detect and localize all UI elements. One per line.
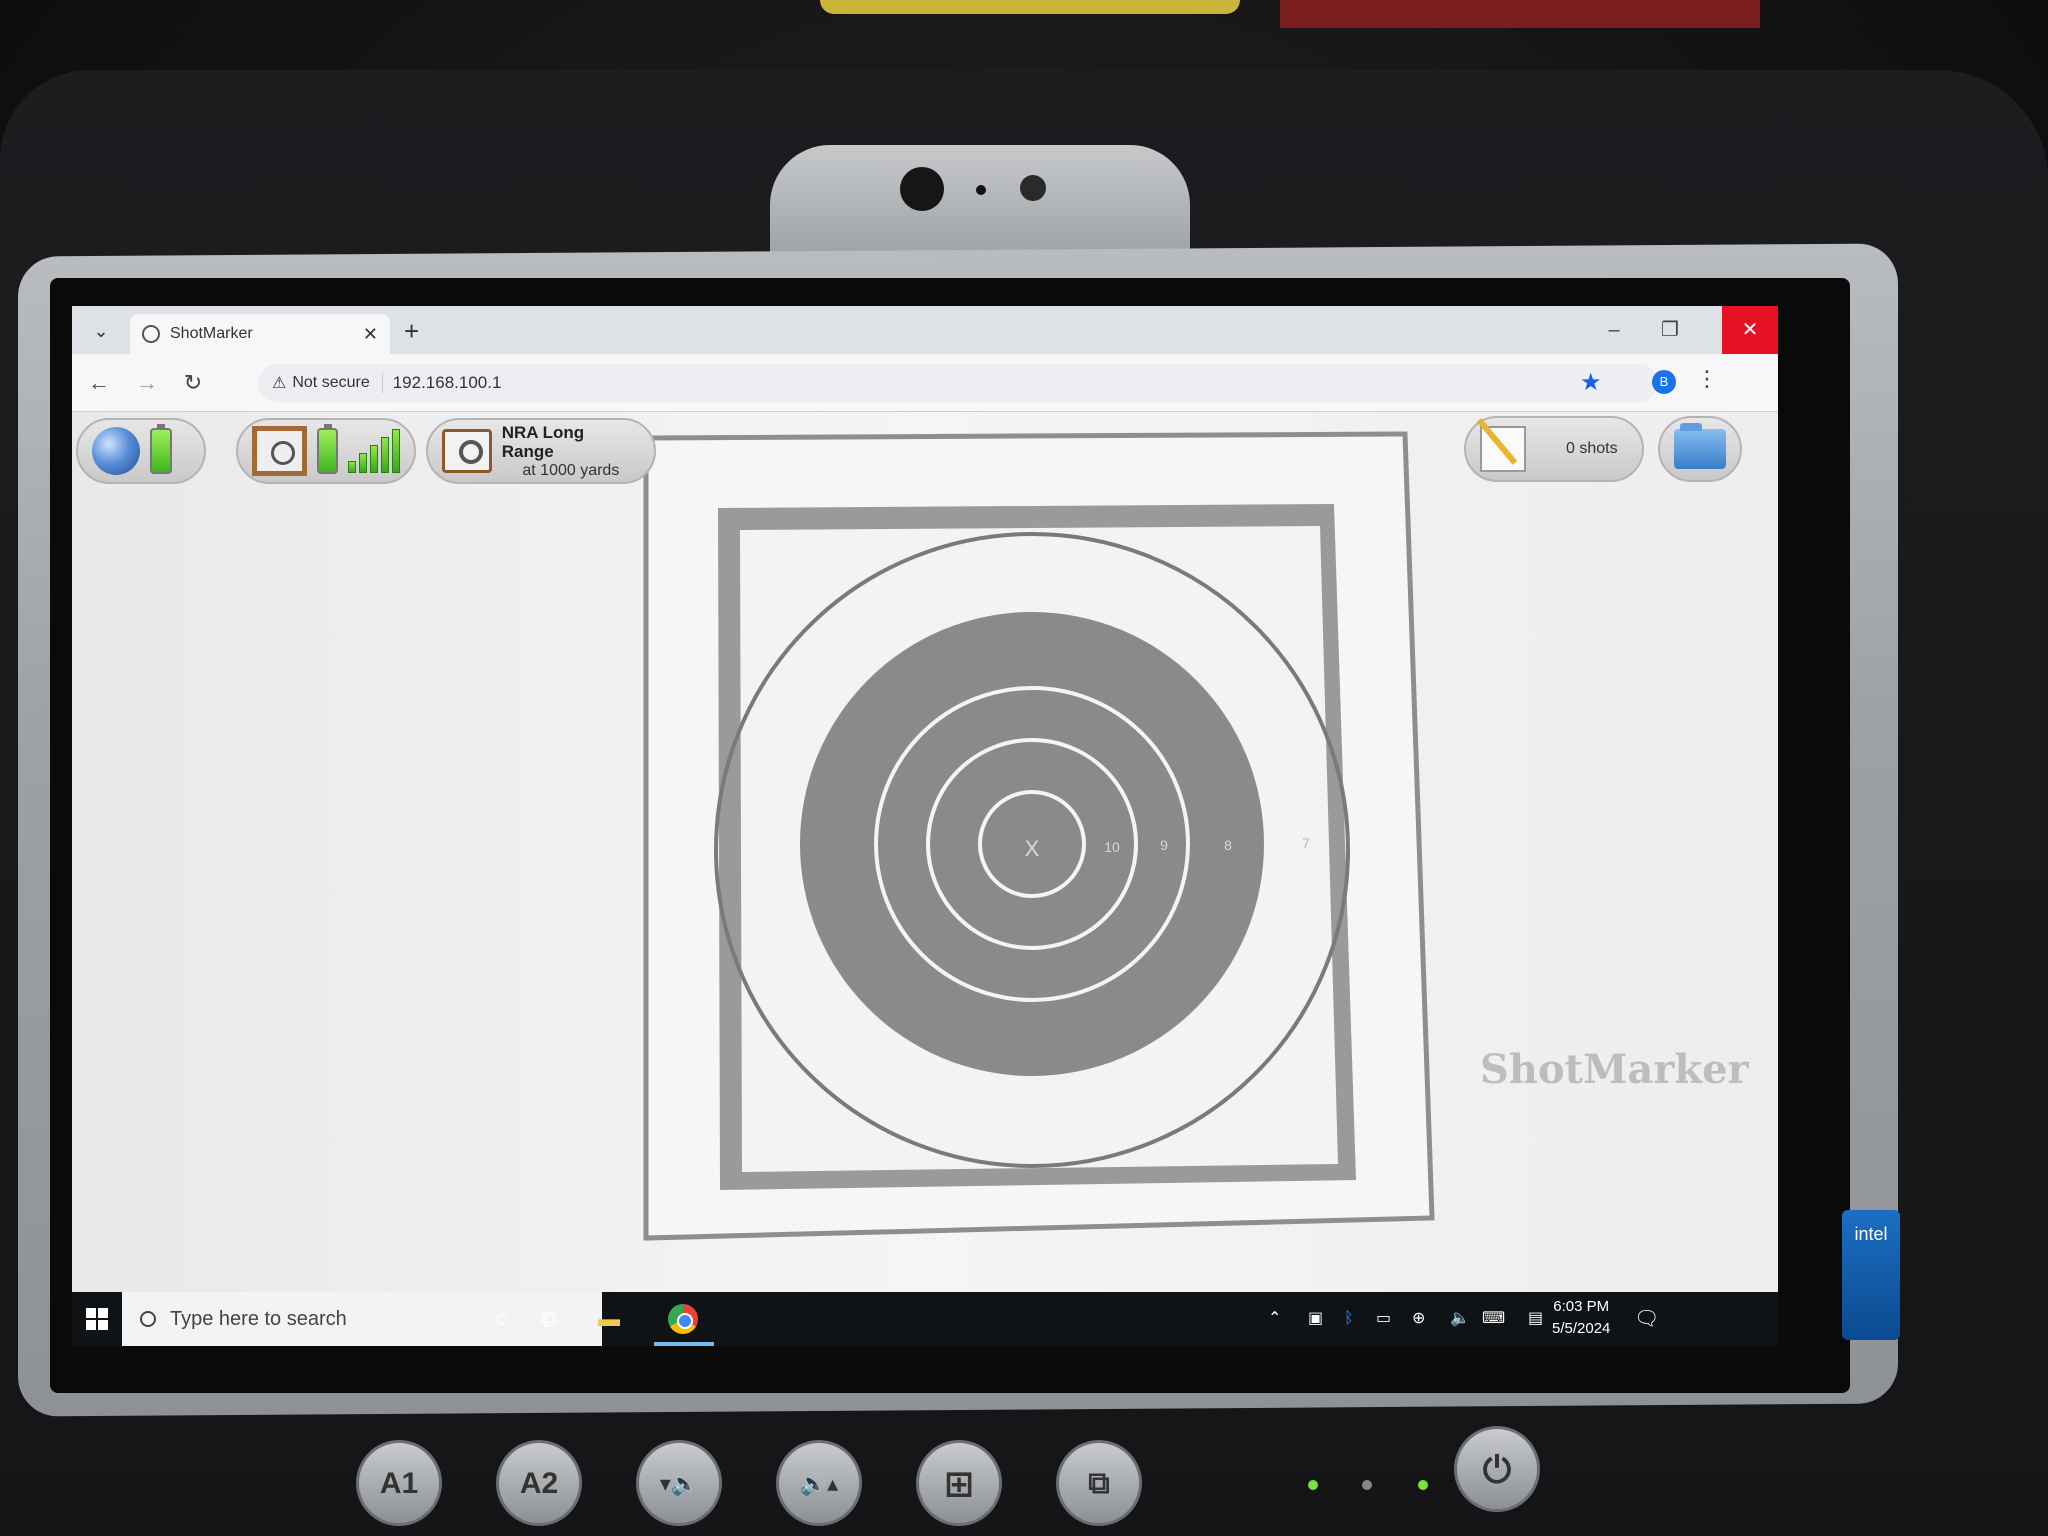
ring-label-x: X [1025, 836, 1040, 861]
camera-lens [900, 167, 944, 211]
forward-button[interactable]: → [132, 368, 162, 398]
shotmarker-watermark: ShotMarker [1480, 1046, 1749, 1093]
intel-badge: intel [1842, 1210, 1900, 1340]
ring-label-8: 8 [1224, 837, 1232, 853]
screen: ⌄ ShotMarker ✕ + – ❐ ✕ ← → ↻ ⚠ Not secur… [72, 306, 1778, 1346]
menu-icon[interactable]: ⋮ [1696, 366, 1718, 392]
windows-hw-button[interactable]: ⊞ [916, 1440, 1002, 1526]
file-explorer-icon[interactable]: ▬ [592, 1302, 626, 1336]
restore-button[interactable]: ❐ [1642, 306, 1698, 354]
minimize-button[interactable]: – [1586, 306, 1642, 354]
taskbar-clock[interactable]: 6:03 PM 5/5/2024 [1552, 1296, 1610, 1340]
folder-icon [1674, 423, 1726, 469]
search-placeholder: Type here to search [170, 1307, 347, 1330]
battery-led [1308, 1480, 1318, 1490]
hardware-buttons: A1 A2 ▾🔈 🔊▴ ⊞ ⧉ ⏻ [340, 1420, 1540, 1536]
device-icon[interactable]: ▭ [1376, 1292, 1391, 1346]
tray-app-icon[interactable]: ▣ [1308, 1292, 1323, 1346]
network-globe-icon [92, 427, 140, 475]
taskbar-search-input[interactable]: Type here to search [122, 1292, 602, 1346]
search-icon [140, 1311, 156, 1327]
chrome-taskbar-icon[interactable] [666, 1302, 700, 1336]
tablet-mode-icon[interactable]: ▤ [1528, 1292, 1543, 1346]
task-view-icon[interactable]: ⧉ [532, 1302, 566, 1336]
battery-icon [150, 424, 172, 474]
ring-label-9: 9 [1160, 837, 1168, 853]
camera-sensor [1020, 175, 1046, 201]
battery-icon [316, 424, 338, 474]
profile-avatar[interactable]: B [1652, 370, 1676, 394]
background-object [1280, 0, 1760, 28]
tab-shotmarker[interactable]: ShotMarker ✕ [130, 314, 390, 354]
volume-icon[interactable]: 🔈 [1450, 1292, 1470, 1346]
ring-label-10: 10 [1104, 839, 1120, 855]
notifications-icon[interactable]: 🗨 [1634, 1292, 1659, 1346]
warning-icon: ⚠ [272, 375, 287, 392]
target-label: NRA Long Range at 1000 yards [502, 423, 640, 480]
reload-button[interactable]: ↻ [178, 368, 208, 398]
ring-label-7: 7 [1302, 835, 1310, 851]
clock-time: 6:03 PM [1553, 1298, 1610, 1315]
target-select-button[interactable]: NRA Long Range at 1000 yards [426, 418, 656, 484]
network-icon[interactable]: ⊕ [1412, 1292, 1425, 1346]
storage-led [1362, 1480, 1372, 1490]
open-folder-button[interactable] [1658, 416, 1742, 482]
url-text: 192.168.100.1 [392, 373, 502, 392]
background-object [820, 0, 1240, 14]
shot-log-button[interactable]: 0 shots [1464, 416, 1644, 482]
browser-tab-bar: ⌄ ShotMarker ✕ + – ❐ ✕ [72, 306, 1778, 354]
back-button[interactable]: ← [84, 368, 114, 398]
tray-chevron-icon[interactable]: ⌃ [1268, 1292, 1281, 1346]
active-app-indicator [654, 1342, 714, 1346]
hw-a2-button[interactable]: A2 [496, 1440, 582, 1526]
close-tab-icon[interactable]: ✕ [363, 324, 378, 345]
hw-a1-button[interactable]: A1 [356, 1440, 442, 1526]
connection-status-button[interactable] [76, 418, 206, 484]
shot-count: 0 shots [1566, 440, 1618, 457]
signal-strength-icon [348, 429, 400, 473]
bookmark-star-icon[interactable]: ★ [1580, 368, 1602, 397]
bluetooth-icon[interactable]: ᛒ [1344, 1292, 1354, 1346]
target-display: X 10 9 8 7 [643, 431, 1435, 1241]
power-led [1418, 1480, 1428, 1490]
notepad-icon [1480, 426, 1526, 472]
volume-down-button[interactable]: ▾🔈 [636, 1440, 722, 1526]
close-window-button[interactable]: ✕ [1722, 306, 1778, 354]
new-tab-button[interactable]: + [404, 316, 419, 347]
power-button[interactable]: ⏻ [1454, 1426, 1540, 1512]
windows-taskbar: Type here to search ○ ⧉ ▬ ⌃ ▣ ᛒ ▭ ⊕ 🔈 ⌨ … [72, 1292, 1778, 1346]
clock-date: 5/5/2024 [1552, 1320, 1611, 1337]
browser-address-bar: ← → ↻ ⚠ Not secure 192.168.100.1 ★ B ⋮ [72, 354, 1778, 412]
tab-title: ShotMarker [170, 325, 253, 342]
target-sign-icon [442, 429, 492, 473]
target-frame-icon [252, 426, 307, 476]
tab-search-icon[interactable]: ⌄ [88, 318, 114, 344]
target-name: NRA Long Range [501, 422, 585, 461]
keyboard-icon[interactable]: ⌨ [1482, 1292, 1505, 1346]
security-indicator[interactable]: ⚠ Not secure [272, 373, 383, 393]
target-distance: at 1000 yards [522, 461, 620, 479]
shotmarker-page: X 10 9 8 7 NRA Long Range at 1000 yards [72, 412, 1778, 1292]
camera-sensor [976, 185, 986, 195]
globe-icon [142, 325, 160, 343]
rotation-lock-button[interactable]: ⧉ [1056, 1440, 1142, 1526]
start-button[interactable] [72, 1292, 122, 1346]
target-sensor-status-button[interactable] [236, 418, 416, 484]
camera-housing [770, 145, 1190, 255]
volume-up-button[interactable]: 🔊▴ [776, 1440, 862, 1526]
cortana-icon[interactable]: ○ [484, 1302, 518, 1336]
security-label: Not secure [292, 374, 370, 391]
omnibox[interactable]: ⚠ Not secure 192.168.100.1 [258, 364, 1658, 402]
